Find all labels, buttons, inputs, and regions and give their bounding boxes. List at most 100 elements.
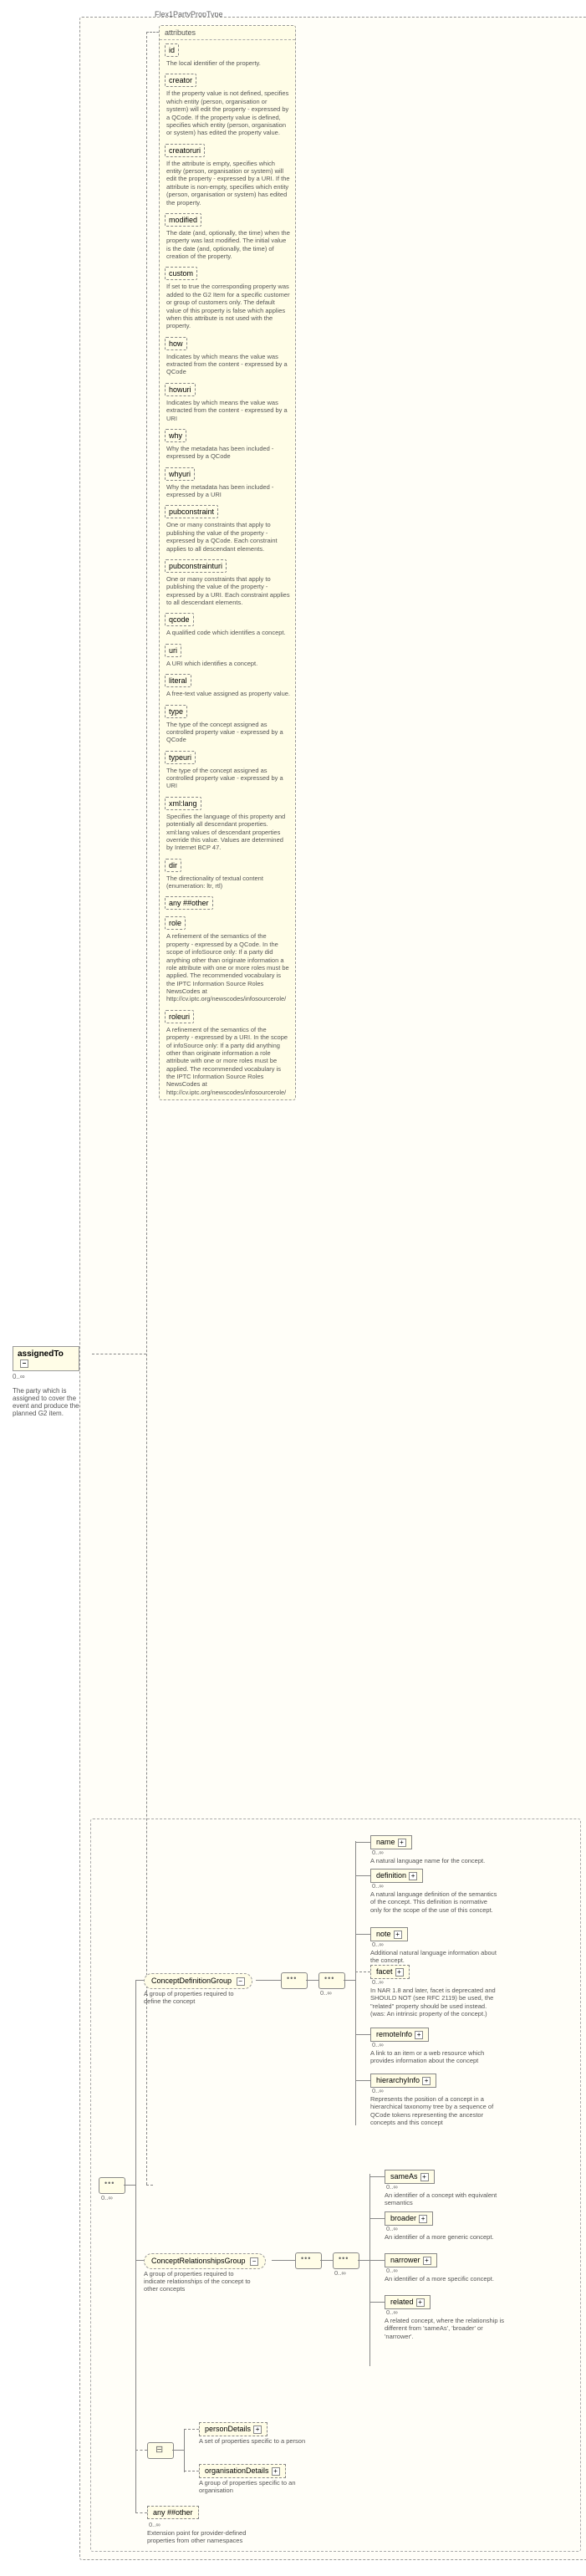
attribute-pubconstrainturi: pubconstrainturi One or many constraints …: [160, 556, 295, 610]
diagram-root: Flex1PartyPropType assignedTo − 0..∞ The…: [8, 8, 586, 2568]
any-other-desc: Extension point for provider-defined pro…: [147, 2529, 264, 2545]
attribute-creator: creatorIf the property value is not defi…: [160, 70, 295, 140]
sequence-connector: [318, 1972, 345, 1989]
expand-icon[interactable]: +: [272, 2467, 280, 2476]
element-desc: An identifier of a more specific concept…: [385, 2275, 506, 2283]
attr-desc: One or many constraints that apply to pu…: [165, 521, 290, 553]
attribute-pubconstraint: pubconstraint One or many constraints tha…: [160, 502, 295, 556]
attr-name: id: [165, 43, 179, 57]
expand-icon[interactable]: +: [415, 2031, 423, 2039]
element-desc: A related concept, where the relationshi…: [385, 2317, 506, 2340]
expand-icon[interactable]: +: [423, 2257, 431, 2265]
attr-desc: The directionality of textual content (e…: [165, 875, 290, 890]
root-occurrence: 0..∞: [13, 1373, 79, 1380]
attr-desc: A qualified code which identifies a conc…: [165, 629, 290, 636]
expand-icon[interactable]: +: [398, 1839, 406, 1847]
expand-icon[interactable]: +: [395, 1968, 404, 1977]
element-desc: A natural language name for the concept.: [370, 1857, 500, 1864]
element-desc: In NAR 1.8 and later, facet is deprecate…: [370, 1987, 500, 2018]
attribute-whyuri: whyuriWhy the metadata has been included…: [160, 464, 295, 502]
attr-name: uri: [165, 644, 181, 657]
attr-name: qcode: [165, 613, 194, 626]
attr-name: typeuri: [165, 751, 196, 764]
attribute-how: how Indicates by which means the value wa…: [160, 334, 295, 380]
collapse-icon[interactable]: −: [237, 1977, 245, 1986]
element-broader: broader+: [385, 2211, 433, 2226]
attribute-roleuri: roleuri A refinement of the semantics of …: [160, 1007, 295, 1099]
sequence-connector: [333, 2252, 359, 2269]
group-concept-relationships: ConceptRelationshipsGroup −: [144, 2253, 266, 2269]
expand-icon[interactable]: +: [420, 2173, 429, 2181]
root-element: assignedTo − 0..∞ The party which is ass…: [13, 1346, 79, 1417]
element-desc: An identifier of a more generic concept.: [385, 2233, 506, 2241]
attr-desc: A free-text value assigned as property v…: [165, 690, 290, 697]
attributes-title: attributes: [160, 26, 295, 40]
expand-icon[interactable]: +: [416, 2298, 425, 2307]
attribute-literal: literalA free-text value assigned as pro…: [160, 671, 295, 701]
attr-desc: The date (and, optionally, the time) whe…: [165, 229, 290, 261]
attr-name: pubconstraint: [165, 505, 218, 518]
expand-icon[interactable]: +: [422, 2077, 431, 2085]
root-description: The party which is assigned to cover the…: [13, 1387, 84, 1417]
element-desc: A natural language definition of the sem…: [370, 1890, 500, 1914]
attr-name: xml:lang: [165, 797, 201, 810]
attr-name: pubconstrainturi: [165, 559, 227, 573]
group-def-desc: A group of properties required to define…: [144, 1990, 252, 2005]
expand-icon[interactable]: +: [419, 2215, 427, 2223]
attr-name: roleuri: [165, 1010, 194, 1023]
choice-connector: [147, 2442, 174, 2459]
attribute-xml-lang: xml:lang Specifies the language of this p…: [160, 793, 295, 855]
group-rel-desc: A group of properties required to indica…: [144, 2270, 252, 2293]
element-organisationdetails: organisationDetails+: [199, 2464, 286, 2478]
attr-name: whyuri: [165, 467, 195, 481]
attr-desc: A refinement of the semantics of the pro…: [165, 1026, 290, 1096]
any-other-label: any ##other: [153, 2508, 193, 2517]
element-desc: Additional natural language information …: [370, 1949, 500, 1965]
element-desc: A link to an item or a web resource whic…: [370, 2049, 500, 2065]
attribute-typeuri: typeuriThe type of the concept assigned …: [160, 747, 295, 793]
element-note: note+: [370, 1927, 408, 1941]
collapse-icon[interactable]: −: [20, 1359, 28, 1368]
attribute-why: why Why the metadata has been included - …: [160, 426, 295, 464]
attr-name: how: [165, 337, 187, 350]
attr-desc: If the attribute is empty, specifies whi…: [165, 160, 290, 207]
attr-name: any ##other: [165, 896, 213, 910]
element-sameas: sameAs+: [385, 2170, 435, 2184]
element-remoteinfo: remoteInfo+: [370, 2028, 429, 2042]
expand-icon[interactable]: +: [394, 1931, 402, 1939]
attributes-box: attributes id The local identifier of the…: [159, 25, 296, 1100]
element-definition: definition+: [370, 1869, 423, 1883]
attribute-dir: dirThe directionality of textual content…: [160, 855, 295, 894]
attr-desc: Why the metadata has been included - exp…: [165, 445, 290, 461]
attr-name: role: [165, 916, 186, 930]
root-label-text: assignedTo: [18, 1349, 64, 1359]
attr-desc: The type of the concept assigned as cont…: [165, 721, 290, 744]
attr-name: custom: [165, 267, 197, 280]
attr-name: creatoruri: [165, 144, 205, 157]
attr-desc: The local identifier of the property.: [165, 59, 290, 67]
element-hierarchyinfo: hierarchyInfo+: [370, 2074, 436, 2088]
attr-desc: Specifies the language of this property …: [165, 813, 290, 852]
expand-icon[interactable]: +: [409, 1872, 417, 1880]
attr-name: why: [165, 429, 186, 442]
sequence-connector: [281, 1972, 308, 1989]
element-desc: Represents the position of a concept in …: [370, 2095, 500, 2127]
element-related: related+: [385, 2295, 431, 2309]
attr-desc: If set to true the corresponding propert…: [165, 283, 290, 329]
attribute-modified: modifiedThe date (and, optionally, the t…: [160, 210, 295, 264]
attribute-id: id The local identifier of the property.: [160, 40, 295, 70]
attribute-uri: uriA URI which identifies a concept.: [160, 640, 295, 671]
element-desc: A group of properties specific to an org…: [199, 2479, 329, 2495]
attribute-any---other: any ##other: [160, 893, 295, 913]
attr-desc: Indicates by which means the value was e…: [165, 353, 290, 376]
expand-icon[interactable]: +: [253, 2426, 262, 2434]
collapse-icon[interactable]: −: [250, 2257, 258, 2266]
attr-desc: Indicates by which means the value was e…: [165, 399, 290, 422]
attr-name: creator: [165, 74, 196, 87]
attr-desc: One or many constraints that apply to pu…: [165, 575, 290, 607]
sequence-connector: [295, 2252, 322, 2269]
any-other-element: any ##other: [147, 2506, 199, 2519]
element-narrower: narrower+: [385, 2253, 437, 2267]
group-rel-label: ConceptRelationshipsGroup: [151, 2257, 246, 2265]
element-desc: A set of properties specific to a person: [199, 2437, 329, 2445]
